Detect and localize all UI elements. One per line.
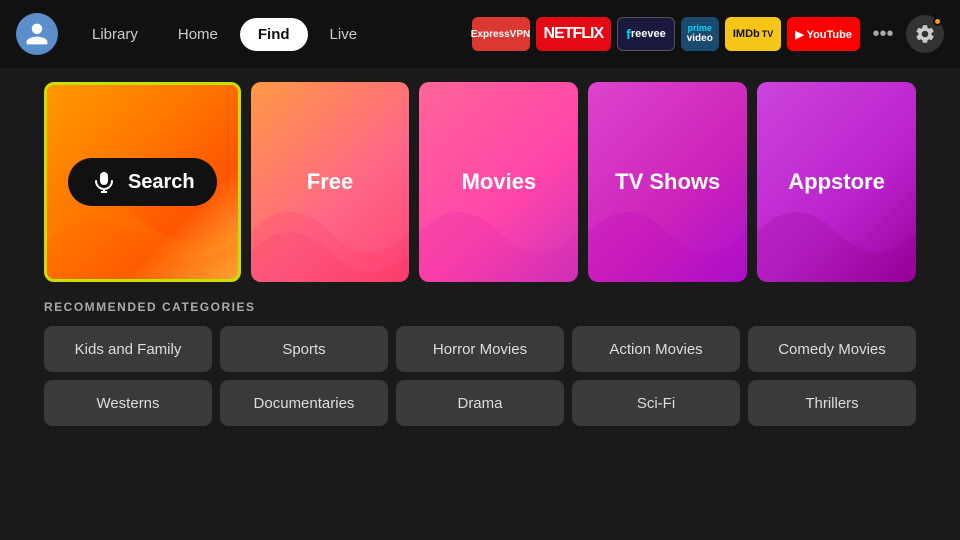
cat-row-2: Westerns Documentaries Drama Sci-Fi Thri… — [44, 380, 916, 426]
appstore-label: Appstore — [788, 169, 885, 195]
app-icons: ExpressVPN NETFLIX f reevee prime video … — [472, 15, 945, 53]
nav-item-library[interactable]: Library — [74, 18, 156, 51]
search-label: Search — [128, 171, 195, 194]
cat-horror-movies[interactable]: Horror Movies — [396, 326, 564, 372]
more-button[interactable]: ••• — [866, 17, 900, 51]
nav-item-find[interactable]: Find — [240, 18, 308, 51]
mic-icon — [90, 168, 118, 196]
nav-items: Library Home Find Live — [74, 18, 375, 51]
cat-drama[interactable]: Drama — [396, 380, 564, 426]
gear-icon — [914, 23, 936, 45]
tvshows-label: TV Shows — [615, 169, 720, 195]
cat-thrillers[interactable]: Thrillers — [748, 380, 916, 426]
nav-item-live[interactable]: Live — [312, 18, 376, 51]
cat-action-movies[interactable]: Action Movies — [572, 326, 740, 372]
cat-kids-family[interactable]: Kids and Family — [44, 326, 212, 372]
movies-tile[interactable]: Movies — [419, 82, 578, 282]
categories-grid: Kids and Family Sports Horror Movies Act… — [44, 326, 916, 426]
appstore-tile[interactable]: Appstore — [757, 82, 916, 282]
tiles-row: Search Free Movies TV Shows — [44, 82, 916, 282]
notification-badge — [933, 17, 942, 26]
tvshows-tile[interactable]: TV Shows — [588, 82, 747, 282]
cat-documentaries[interactable]: Documentaries — [220, 380, 388, 426]
app-expressvpn[interactable]: ExpressVPN — [472, 17, 530, 51]
app-primevideo[interactable]: prime video — [681, 17, 719, 51]
section-title: RECOMMENDED CATEGORIES — [44, 300, 916, 314]
app-freevee[interactable]: f reevee — [617, 17, 675, 51]
free-tile[interactable]: Free — [251, 82, 410, 282]
main-content: Search Free Movies TV Shows — [0, 68, 960, 426]
app-youtube[interactable]: ▶ YouTube — [787, 17, 860, 51]
cat-sports[interactable]: Sports — [220, 326, 388, 372]
user-icon — [24, 21, 50, 47]
search-pill[interactable]: Search — [68, 158, 217, 206]
search-tile[interactable]: Search — [44, 82, 241, 282]
cat-comedy-movies[interactable]: Comedy Movies — [748, 326, 916, 372]
navbar: Library Home Find Live ExpressVPN NETFLI… — [0, 0, 960, 68]
movies-label: Movies — [462, 169, 537, 195]
app-imdb[interactable]: IMDb TV — [725, 17, 781, 51]
nav-item-home[interactable]: Home — [160, 18, 236, 51]
free-label: Free — [307, 169, 353, 195]
cat-row-1: Kids and Family Sports Horror Movies Act… — [44, 326, 916, 372]
settings-button[interactable] — [906, 15, 944, 53]
cat-westerns[interactable]: Westerns — [44, 380, 212, 426]
cat-scifi[interactable]: Sci-Fi — [572, 380, 740, 426]
avatar[interactable] — [16, 13, 58, 55]
app-netflix[interactable]: NETFLIX — [536, 17, 612, 51]
